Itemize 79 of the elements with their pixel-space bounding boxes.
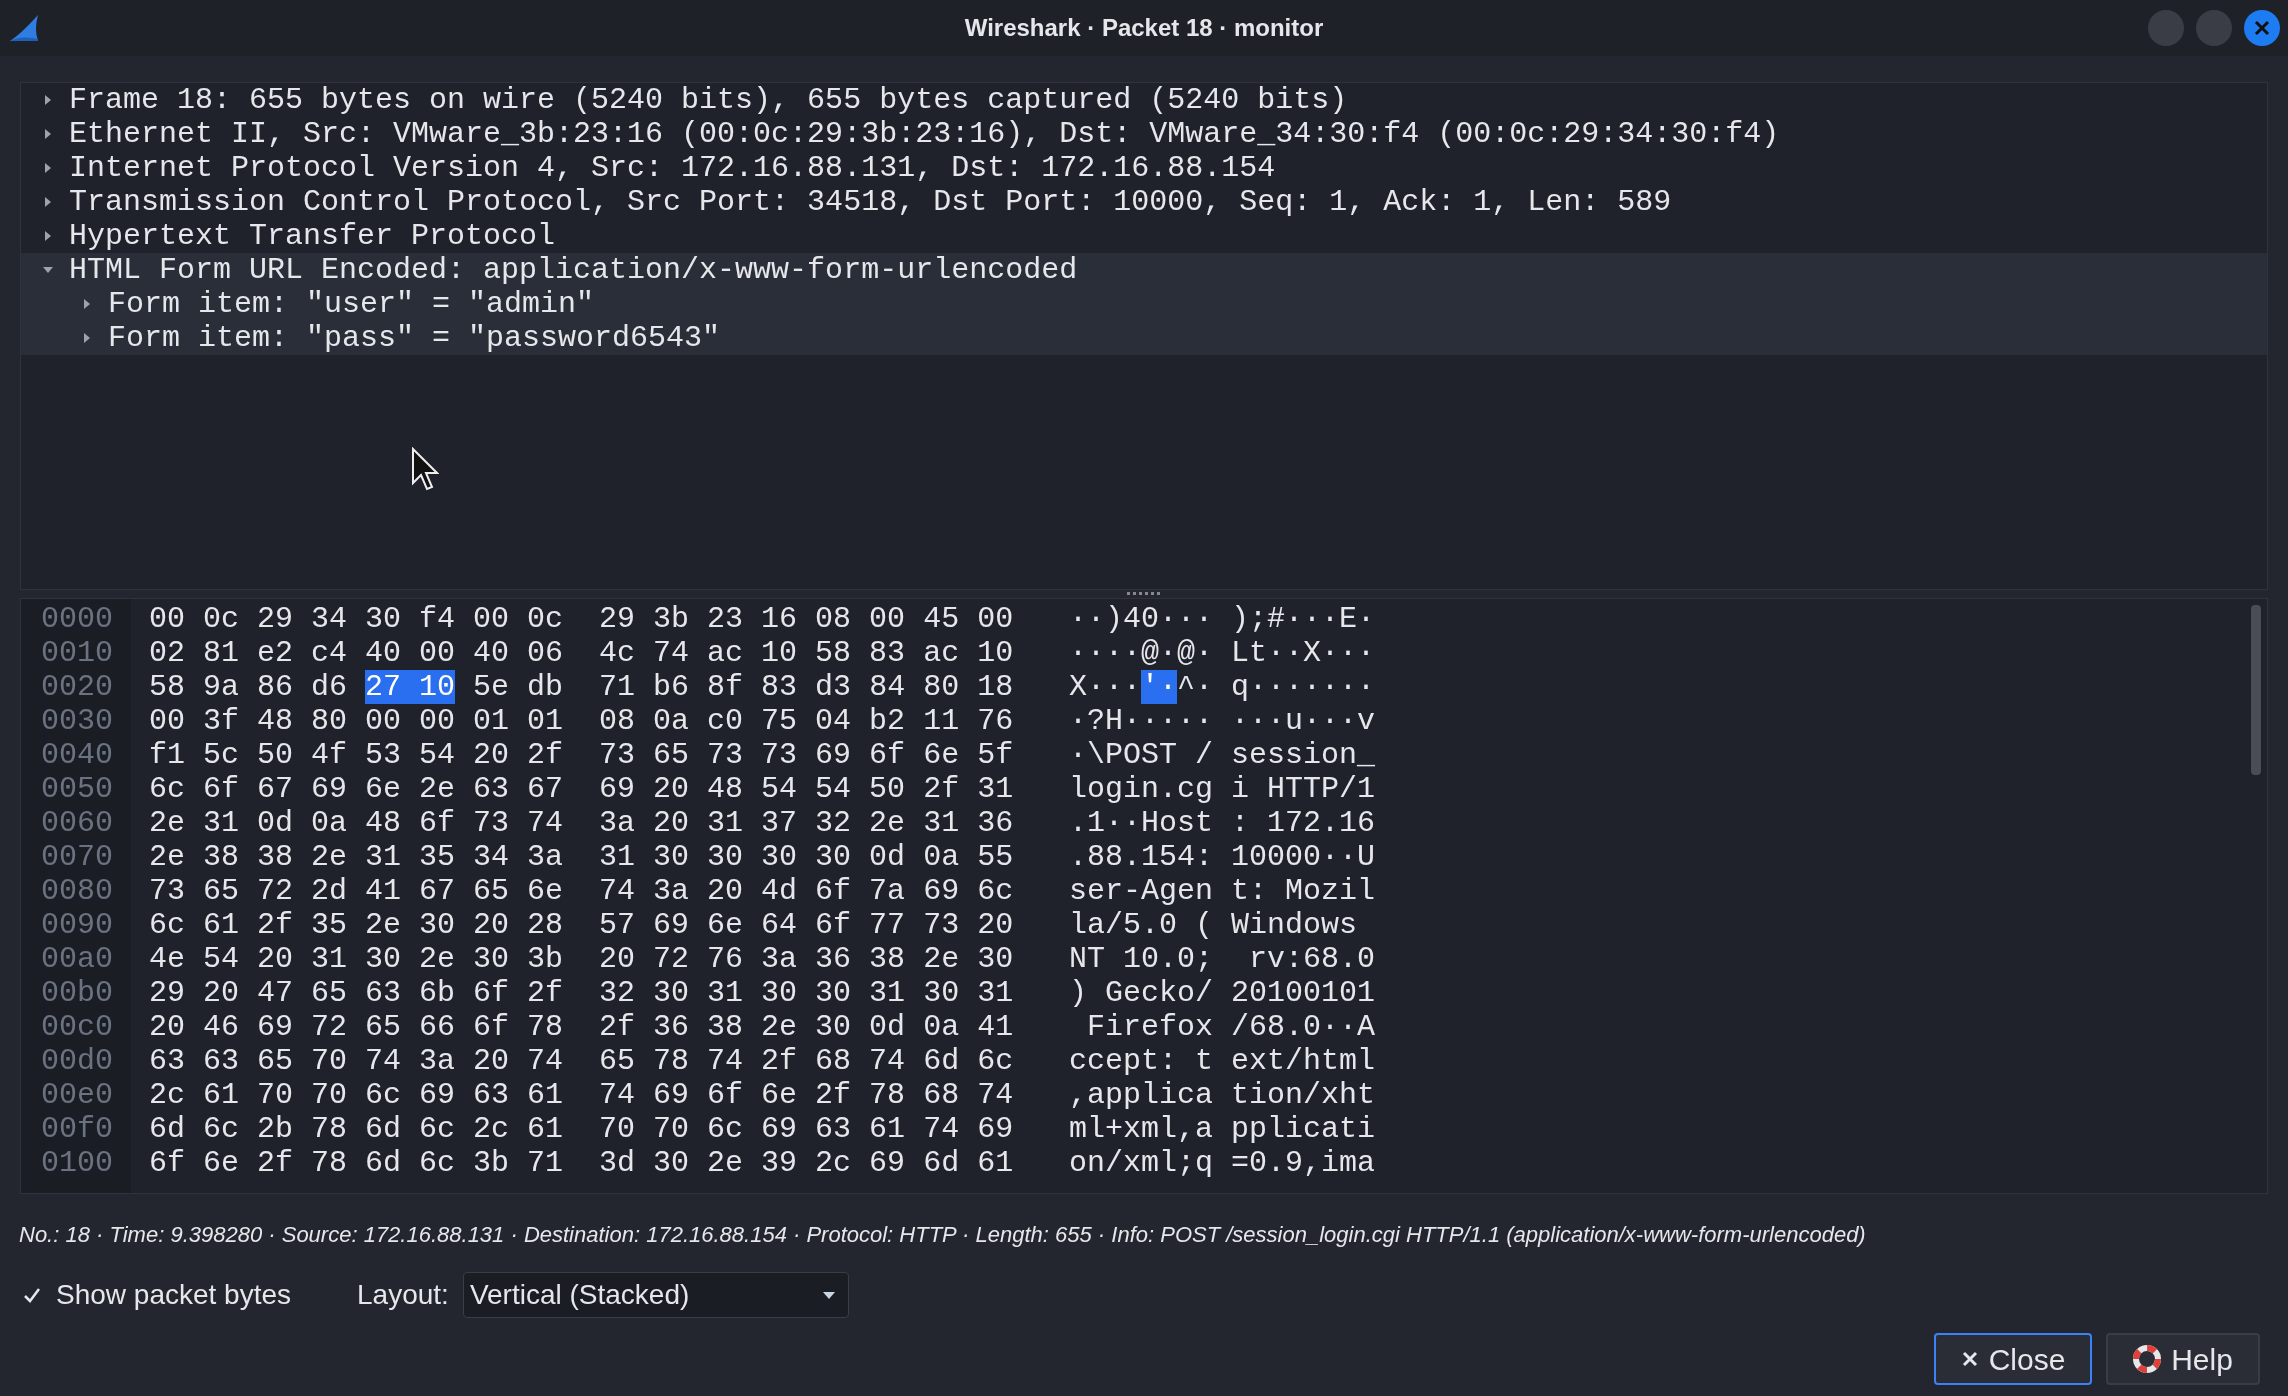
ascii-text[interactable]: X··· (1069, 670, 1141, 704)
tree-item[interactable]: Internet Protocol Version 4, Src: 172.16.88.131, Dst: 172.16.88.154 (69, 151, 1276, 185)
dropdown-caret-icon (821, 1290, 836, 1300)
close-icon (1960, 1350, 1979, 1368)
byte-offset: 0100 (40, 1146, 114, 1180)
ascii-text[interactable]: ·?H····· ···u···v (1069, 704, 1376, 738)
ascii-text[interactable]: .88.154: 10000··U (1069, 840, 1376, 874)
ascii-text[interactable]: ^· q······· (1177, 670, 1376, 704)
layout-dropdown[interactable]: Vertical (Stacked) (462, 1272, 849, 1318)
byte-offset: 00d0 (40, 1044, 114, 1078)
splitter-handle-icon[interactable] (1127, 592, 1161, 596)
close-dialog-button[interactable]: Close (1934, 1333, 2092, 1385)
help-button[interactable]: Help (2106, 1333, 2260, 1385)
ascii-text[interactable]: ····@·@· Lt··X··· (1069, 636, 1376, 670)
selected-hex-bytes[interactable]: 27 10 (365, 670, 456, 704)
ascii-text[interactable]: ·\POST / session_ (1069, 738, 1376, 772)
hex-bytes[interactable]: 6f 6e 2f 78 6d 6c 3b 71 3d 30 2e 39 2c 69 6d 61 (149, 1146, 1014, 1180)
byte-offset: 0070 (40, 840, 114, 874)
tree-item[interactable]: Hypertext Transfer Protocol (69, 219, 556, 253)
mouse-pointer-icon (411, 447, 439, 491)
ascii-text[interactable]: login.cg i HTTP/1 (1069, 772, 1376, 806)
ascii-text[interactable]: ,applica tion/xht (1069, 1078, 1376, 1112)
byte-offset: 0080 (40, 874, 114, 908)
byte-offset: 0030 (40, 704, 114, 738)
byte-offset: 0040 (40, 738, 114, 772)
scrollbar[interactable] (2251, 605, 2261, 775)
byte-offset: 00f0 (40, 1112, 114, 1146)
hex-bytes[interactable]: 00 3f 48 80 00 00 01 01 08 0a c0 75 04 b2 11 76 (149, 704, 1014, 738)
hex-bytes[interactable]: 73 65 72 2d 41 67 65 6e 74 3a 20 4d 6f 7a 69 6c (149, 874, 1014, 908)
checkmark-icon (23, 1286, 41, 1304)
tree-item[interactable]: HTML Form URL Encoded: application/x-www-form-urlencoded (69, 253, 1078, 287)
window-title: Wireshark · Packet 18 · monitor (964, 13, 1324, 43)
ascii-text[interactable]: ccept: t ext/html (1069, 1044, 1376, 1078)
ascii-text[interactable]: Firefox /68.0··A (1069, 1010, 1376, 1044)
byte-offset: 0000 (40, 602, 114, 636)
ascii-text[interactable]: ml+xml,a pplicati (1069, 1112, 1376, 1146)
hex-bytes[interactable]: 00 0c 29 34 30 f4 00 0c 29 3b 23 16 08 00 45 00 (149, 602, 1014, 636)
byte-offset: 0090 (40, 908, 114, 942)
ascii-text[interactable]: ser-Agen t: Mozil (1069, 874, 1376, 908)
byte-offset: 00a0 (40, 942, 114, 976)
hex-bytes[interactable]: 2e 38 38 2e 31 35 34 3a 31 30 30 30 30 0d 0a 55 (149, 840, 1014, 874)
hex-bytes[interactable]: 6c 6f 67 69 6e 2e 63 67 69 20 48 54 54 50 2f 31 (149, 772, 1014, 806)
byte-offset: 0050 (40, 772, 114, 806)
hex-bytes[interactable]: 5e db 71 b6 8f 83 d3 84 80 18 (455, 670, 1014, 704)
ascii-text[interactable]: on/xml;q =0.9,ima (1069, 1146, 1376, 1180)
hex-bytes[interactable]: 6c 61 2f 35 2e 30 20 28 57 69 6e 64 6f 77 73 20 (149, 908, 1014, 942)
hex-bytes[interactable]: 02 81 e2 c4 40 00 40 06 4c 74 ac 10 58 83 ac 10 (149, 636, 1014, 670)
ascii-text[interactable]: NT 10.0; rv:68.0 (1069, 942, 1376, 976)
tree-item[interactable]: Form item: "pass" = "password6543" (108, 321, 721, 355)
hex-bytes[interactable]: 4e 54 20 31 30 2e 30 3b 20 72 76 3a 36 38 2e 30 (149, 942, 1014, 976)
tree-item[interactable]: Ethernet II, Src: VMware_3b:23:16 (00:0c:29:3b:23:16), Dst: VMware_34:30:f4 (00:0c:29:34:30:f4) (69, 117, 1780, 151)
status-text: No.: 18 · Time: 9.398280 · Source: 172.16.88.131 · Destination: 172.16.88.154 · Protocol: HTTP · Length: 655 · Info: POST /session_login.cgi HTTP/1.1 (application/x-www-form-urlencoded) (19, 1221, 1867, 1249)
hex-bytes[interactable]: 6d 6c 2b 78 6d 6c 2c 61 70 70 6c 69 63 61 74 69 (149, 1112, 1014, 1146)
lifebuoy-icon (2133, 1345, 2162, 1373)
ascii-text[interactable]: .1··Host : 172.16 (1069, 806, 1376, 840)
tree-item[interactable]: Frame 18: 655 bytes on wire (5240 bits), 655 bytes captured (5240 bits) (69, 83, 1348, 117)
checkbox-label[interactable]: Show packet bytes (56, 1274, 292, 1316)
byte-offset: 00c0 (40, 1010, 114, 1044)
close-button[interactable] (2244, 10, 2280, 46)
hex-bytes[interactable]: 2e 31 0d 0a 48 6f 73 74 3a 20 31 37 32 2e 31 36 (149, 806, 1014, 840)
byte-offset: 0020 (40, 670, 114, 704)
ascii-text[interactable]: ··)40··· );#···E· (1069, 602, 1376, 636)
byte-offset: 00e0 (40, 1078, 114, 1112)
hex-bytes[interactable]: 29 20 47 65 63 6b 6f 2f 32 30 31 30 30 31 30 31 (149, 976, 1014, 1010)
byte-offset: 00b0 (40, 976, 114, 1010)
tree-item[interactable]: Form item: "user" = "admin" (108, 287, 595, 321)
hex-bytes[interactable]: 58 9a 86 d6 (149, 670, 366, 704)
ascii-text[interactable]: ) Gecko/ 20100101 (1069, 976, 1376, 1010)
hex-bytes[interactable]: 63 63 65 70 74 3a 20 74 65 78 74 2f 68 74 6d 6c (149, 1044, 1014, 1078)
tree-item[interactable]: Transmission Control Protocol, Src Port: 34518, Dst Port: 10000, Seq: 1, Ack: 1, Len: 589 (69, 185, 1672, 219)
hex-bytes[interactable]: 2c 61 70 70 6c 69 63 61 74 69 6f 6e 2f 78 68 74 (149, 1078, 1014, 1112)
selected-ascii-text[interactable]: '· (1141, 670, 1178, 704)
hex-bytes[interactable]: 20 46 69 72 65 66 6f 78 2f 36 38 2e 30 0d 0a 41 (149, 1010, 1014, 1044)
byte-offset: 0060 (40, 806, 114, 840)
ascii-text[interactable]: la/5.0 ( Windows (1069, 908, 1376, 942)
layout-label: Layout: (357, 1278, 449, 1312)
hex-bytes[interactable]: f1 5c 50 4f 53 54 20 2f 73 65 73 73 69 6f 6e 5f (149, 738, 1014, 772)
byte-offset: 0010 (40, 636, 114, 670)
close-icon (2254, 20, 2270, 36)
